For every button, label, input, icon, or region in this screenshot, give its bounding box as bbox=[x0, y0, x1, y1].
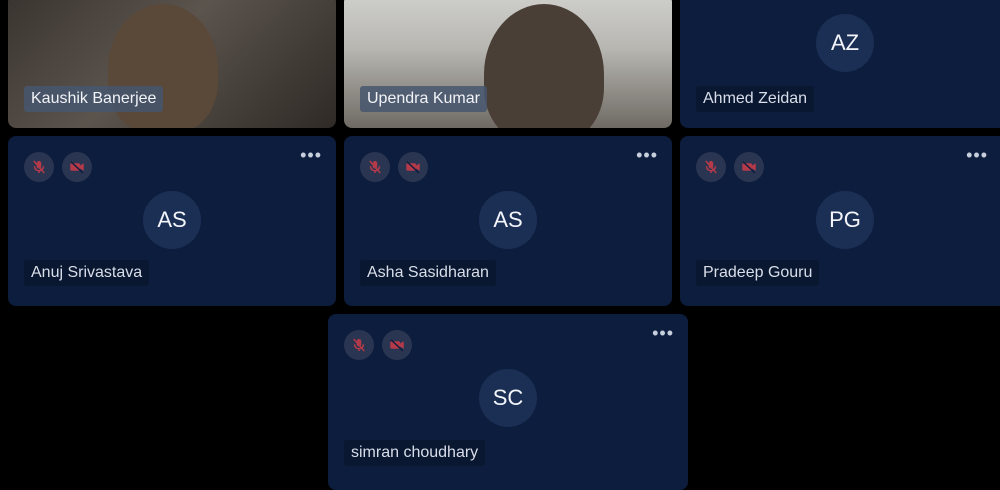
video-off-icon[interactable] bbox=[398, 152, 428, 182]
participant-name: Ahmed Zeidan bbox=[696, 86, 815, 112]
participant-tile-simran[interactable]: ••• SC simran choudhary bbox=[328, 314, 688, 490]
mic-off-icon[interactable] bbox=[360, 152, 390, 182]
more-options-icon[interactable]: ••• bbox=[652, 324, 674, 342]
participant-name: Anuj Srivastava bbox=[24, 260, 150, 286]
avatar: SC bbox=[479, 369, 537, 427]
more-options-icon[interactable]: ••• bbox=[300, 146, 322, 164]
avatar: AS bbox=[143, 191, 201, 249]
video-off-icon[interactable] bbox=[734, 152, 764, 182]
participant-name: simran choudhary bbox=[344, 440, 486, 466]
participant-tile-ahmed[interactable]: AZ Ahmed Zeidan bbox=[680, 0, 1000, 128]
participant-video bbox=[484, 4, 604, 128]
participant-tile-pradeep[interactable]: ••• PG Pradeep Gouru bbox=[680, 136, 1000, 306]
participant-name-tag: Upendra Kumar bbox=[360, 86, 487, 112]
more-options-icon[interactable]: ••• bbox=[636, 146, 658, 164]
video-off-icon[interactable] bbox=[382, 330, 412, 360]
participant-tile-asha[interactable]: ••• AS Asha Sasidharan bbox=[344, 136, 672, 306]
participant-name: Asha Sasidharan bbox=[360, 260, 496, 286]
mic-off-icon[interactable] bbox=[344, 330, 374, 360]
participant-name: Pradeep Gouru bbox=[696, 260, 820, 286]
participant-name-tag: Kaushik Banerjee bbox=[24, 86, 164, 112]
participant-tile-anuj[interactable]: ••• AS Anuj Srivastava bbox=[8, 136, 336, 306]
video-tile-kaushik[interactable]: Kaushik Banerjee bbox=[8, 0, 336, 128]
avatar: AZ bbox=[816, 14, 874, 72]
mic-off-icon[interactable] bbox=[24, 152, 54, 182]
avatar: PG bbox=[816, 191, 874, 249]
video-off-icon[interactable] bbox=[62, 152, 92, 182]
more-options-icon[interactable]: ••• bbox=[966, 146, 988, 164]
video-tile-upendra[interactable]: Upendra Kumar bbox=[344, 0, 672, 128]
avatar: AS bbox=[479, 191, 537, 249]
mic-off-icon[interactable] bbox=[696, 152, 726, 182]
